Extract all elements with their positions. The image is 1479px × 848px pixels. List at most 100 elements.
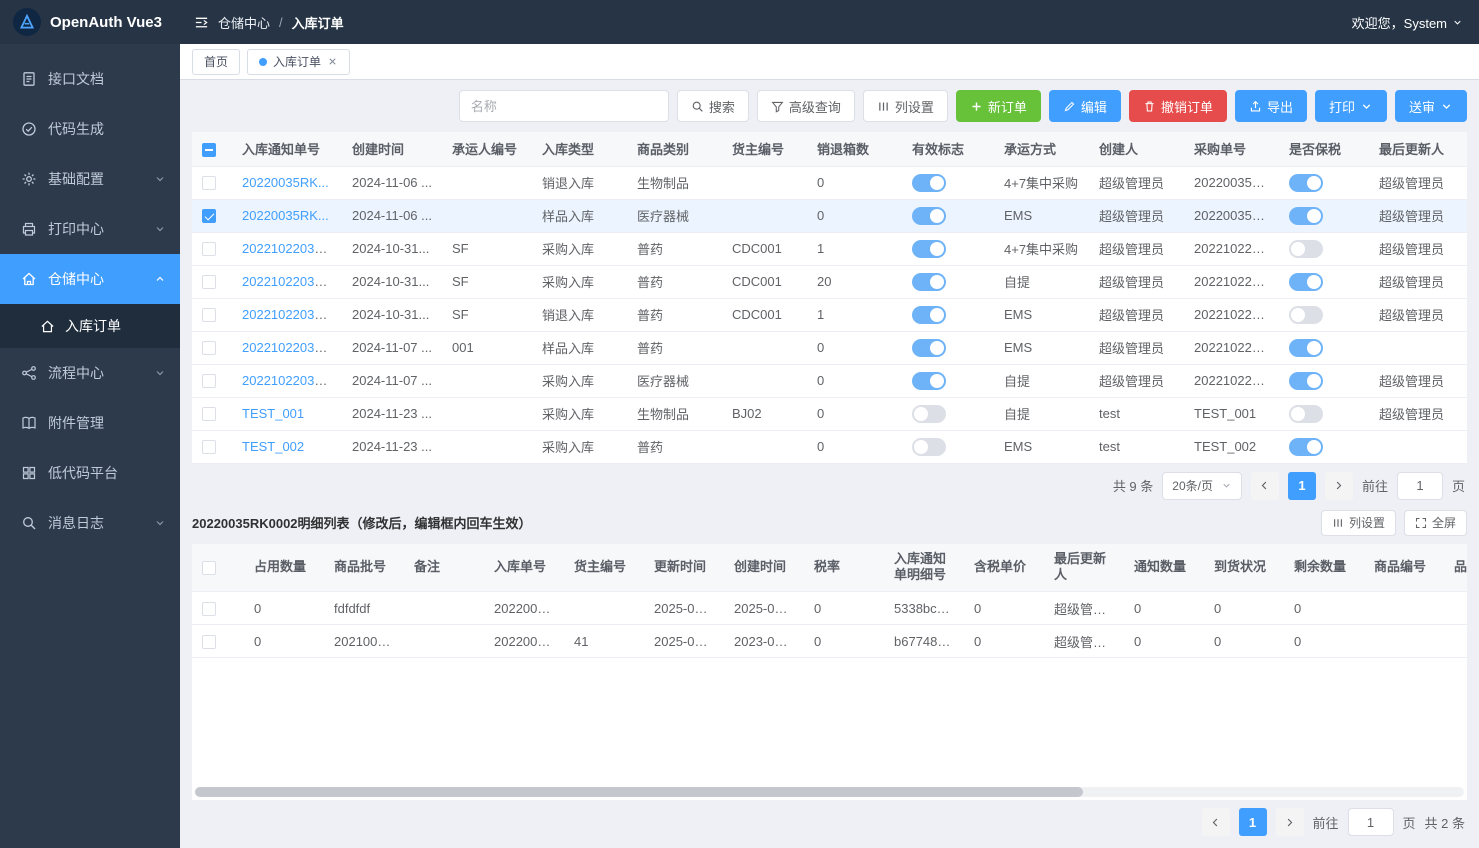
sidebar-item-attachments[interactable]: 附件管理 [0, 398, 180, 448]
row-checkbox[interactable] [202, 209, 216, 223]
column-header[interactable]: 商品类别 [627, 132, 722, 166]
order-no-link[interactable]: TEST_002 [242, 439, 304, 454]
tab-inbound-orders[interactable]: 入库订单 [247, 49, 350, 75]
detail-column-header[interactable]: 商品编号 [1364, 544, 1444, 592]
table-row[interactable]: 2022102203R... 2024-11-07 ... 采购入库 医疗器械 … [192, 364, 1467, 397]
detail-select-all-checkbox[interactable] [202, 561, 216, 575]
bonded-toggle[interactable] [1289, 174, 1323, 192]
detail-column-header[interactable]: 入库单号 [484, 544, 564, 592]
detail-column-header[interactable]: 含税单价 [964, 544, 1044, 592]
detail-prev-page-button[interactable] [1202, 808, 1230, 836]
sidebar-item-process-center[interactable]: 流程中心 [0, 348, 180, 398]
next-page-button[interactable] [1325, 472, 1353, 500]
row-checkbox[interactable] [202, 308, 216, 322]
row-checkbox[interactable] [202, 242, 216, 256]
column-header[interactable]: 创建时间 [342, 132, 442, 166]
search-button[interactable]: 搜索 [677, 90, 749, 122]
sidebar-item-api-docs[interactable]: 接口文档 [0, 54, 180, 104]
row-checkbox[interactable] [202, 341, 216, 355]
detail-column-header[interactable]: 商品批号 [324, 544, 404, 592]
close-icon[interactable] [327, 56, 338, 67]
order-no-link[interactable]: 20220035RK... [242, 175, 329, 190]
order-no-link[interactable]: 2022102203R... [242, 241, 335, 256]
column-header[interactable]: 入库通知单号 [232, 132, 342, 166]
valid-toggle[interactable] [912, 339, 946, 357]
cancel-order-button[interactable]: 撤销订单 [1129, 90, 1227, 122]
fullscreen-button[interactable]: 全屏 [1404, 510, 1467, 536]
detail-goto-page-input[interactable] [1348, 808, 1394, 836]
bonded-toggle[interactable] [1289, 339, 1323, 357]
detail-table-row[interactable]: 0 2021000... 2022003... 41 2025-05-... 2… [192, 625, 1467, 658]
column-header[interactable]: 承运方式 [994, 132, 1089, 166]
collapse-sidebar-icon[interactable] [194, 15, 209, 30]
detail-column-header[interactable]: 最后更新人 [1044, 544, 1124, 592]
detail-row-checkbox[interactable] [202, 602, 216, 616]
export-button[interactable]: 导出 [1235, 90, 1307, 122]
valid-toggle[interactable] [912, 207, 946, 225]
row-checkbox[interactable] [202, 275, 216, 289]
horizontal-scrollbar[interactable] [195, 787, 1464, 797]
order-no-link[interactable]: 20220035RK... [242, 208, 329, 223]
row-checkbox[interactable] [202, 374, 216, 388]
detail-row-checkbox[interactable] [202, 635, 216, 649]
goto-page-input[interactable] [1397, 472, 1443, 500]
column-settings-button[interactable]: 列设置 [863, 90, 948, 122]
valid-toggle[interactable] [912, 438, 946, 456]
submit-approval-dropdown-button[interactable]: 送审 [1395, 90, 1467, 122]
sidebar-item-print-center[interactable]: 打印中心 [0, 204, 180, 254]
prev-page-button[interactable] [1251, 472, 1279, 500]
new-order-button[interactable]: 新订单 [956, 90, 1041, 122]
valid-toggle[interactable] [912, 240, 946, 258]
detail-column-header[interactable]: 到货状况 [1204, 544, 1284, 592]
column-header[interactable]: 最后更新人 [1369, 132, 1467, 166]
table-row[interactable]: 2022102203R... 2024-10-31... SF 销退入库 普药 … [192, 298, 1467, 331]
detail-next-page-button[interactable] [1276, 808, 1304, 836]
column-header[interactable]: 承运人编号 [442, 132, 532, 166]
print-dropdown-button[interactable]: 打印 [1315, 90, 1387, 122]
breadcrumb-level-1[interactable]: 仓储中心 [218, 13, 270, 32]
table-row[interactable]: 2022102203R... 2024-11-07 ... 001 样品入库 普… [192, 331, 1467, 364]
bonded-toggle[interactable] [1289, 405, 1323, 423]
sidebar-item-base-config[interactable]: 基础配置 [0, 154, 180, 204]
detail-column-header[interactable]: 剩余数量 [1284, 544, 1364, 592]
sidebar-item-message-log[interactable]: 消息日志 [0, 498, 180, 548]
row-checkbox[interactable] [202, 440, 216, 454]
select-all-checkbox[interactable] [202, 143, 216, 157]
order-no-link[interactable]: 2022102203R... [242, 274, 335, 289]
detail-column-header[interactable]: 通知数量 [1124, 544, 1204, 592]
bonded-toggle[interactable] [1289, 306, 1323, 324]
row-checkbox[interactable] [202, 407, 216, 421]
detail-column-header[interactable]: 更新时间 [644, 544, 724, 592]
column-header[interactable]: 有效标志 [902, 132, 994, 166]
column-header[interactable]: 创建人 [1089, 132, 1184, 166]
advanced-search-button[interactable]: 高级查询 [757, 90, 855, 122]
detail-column-settings-button[interactable]: 列设置 [1321, 510, 1396, 536]
column-header[interactable]: 销退箱数 [807, 132, 902, 166]
edit-button[interactable]: 编辑 [1049, 90, 1121, 122]
table-row[interactable]: 2022102203R... 2024-10-31... SF 采购入库 普药 … [192, 232, 1467, 265]
user-menu[interactable]: 欢迎您，System [1352, 13, 1479, 32]
table-row[interactable]: 2022102203R... 2024-10-31... SF 采购入库 普药 … [192, 265, 1467, 298]
detail-column-header[interactable]: 入库通知单明细号 [884, 544, 964, 592]
column-header[interactable]: 采购单号 [1184, 132, 1279, 166]
sidebar-item-warehouse-center[interactable]: 仓储中心 [0, 254, 180, 304]
bonded-toggle[interactable] [1289, 207, 1323, 225]
detail-column-header[interactable]: 占用数量 [244, 544, 324, 592]
page-number-button[interactable]: 1 [1288, 472, 1316, 500]
order-no-link[interactable]: 2022102203R... [242, 307, 335, 322]
sidebar-item-inbound-orders[interactable]: 入库订单 [0, 304, 180, 348]
row-checkbox[interactable] [202, 176, 216, 190]
table-row[interactable]: 20220035RK... 2024-11-06 ... 销退入库 生物制品 0… [192, 166, 1467, 199]
tab-home[interactable]: 首页 [192, 49, 240, 75]
valid-toggle[interactable] [912, 306, 946, 324]
detail-page-number-button[interactable]: 1 [1239, 808, 1267, 836]
table-row[interactable]: TEST_001 2024-11-23 ... 采购入库 生物制品 BJ02 0… [192, 397, 1467, 430]
detail-column-header[interactable]: 备注 [404, 544, 484, 592]
valid-toggle[interactable] [912, 174, 946, 192]
valid-toggle[interactable] [912, 273, 946, 291]
sidebar-item-code-gen[interactable]: 代码生成 [0, 104, 180, 154]
order-no-link[interactable]: TEST_001 [242, 406, 304, 421]
table-row[interactable]: TEST_002 2024-11-23 ... 采购入库 普药 0 EMS te… [192, 430, 1467, 463]
valid-toggle[interactable] [912, 405, 946, 423]
detail-column-header[interactable]: 创建时间 [724, 544, 804, 592]
